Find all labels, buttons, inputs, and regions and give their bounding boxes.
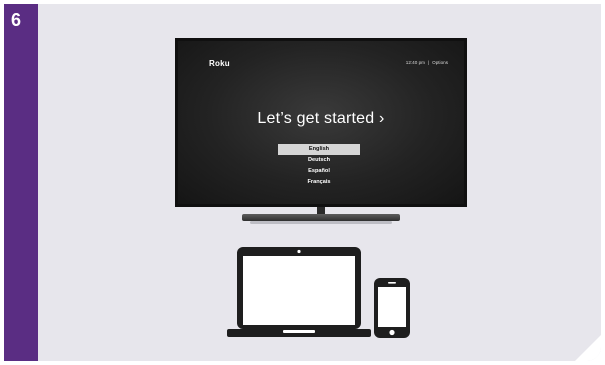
- roku-logo: Roku: [209, 59, 230, 68]
- corner-fold: [575, 335, 601, 361]
- tv-stand-base: [242, 214, 400, 221]
- language-option-francais[interactable]: Français: [278, 177, 360, 188]
- setup-headline: Let’s get started ›: [257, 110, 385, 127]
- language-list: English Deutsch Español Français: [278, 144, 360, 188]
- laptop-icon: [227, 247, 371, 337]
- tv-screen: Roku 12:40 pm | Options Let’s get started …: [175, 38, 467, 207]
- step-bar: 6: [4, 4, 38, 361]
- step-number: 6: [11, 10, 22, 30]
- status-bar: 12:40 pm | Options: [406, 60, 448, 65]
- clock-text: 12:40 pm: [405, 60, 425, 65]
- tv-stand-shadow: [250, 221, 392, 224]
- instruction-panel: 6 Roku 12:40 pm | Options Let’s get starte…: [4, 4, 601, 361]
- language-option-english[interactable]: English: [278, 144, 360, 155]
- language-option-deutsch[interactable]: Deutsch: [278, 155, 360, 166]
- language-option-espanol[interactable]: Español: [278, 166, 360, 177]
- smartphone-icon: [374, 278, 410, 338]
- options-label[interactable]: Options: [432, 60, 448, 65]
